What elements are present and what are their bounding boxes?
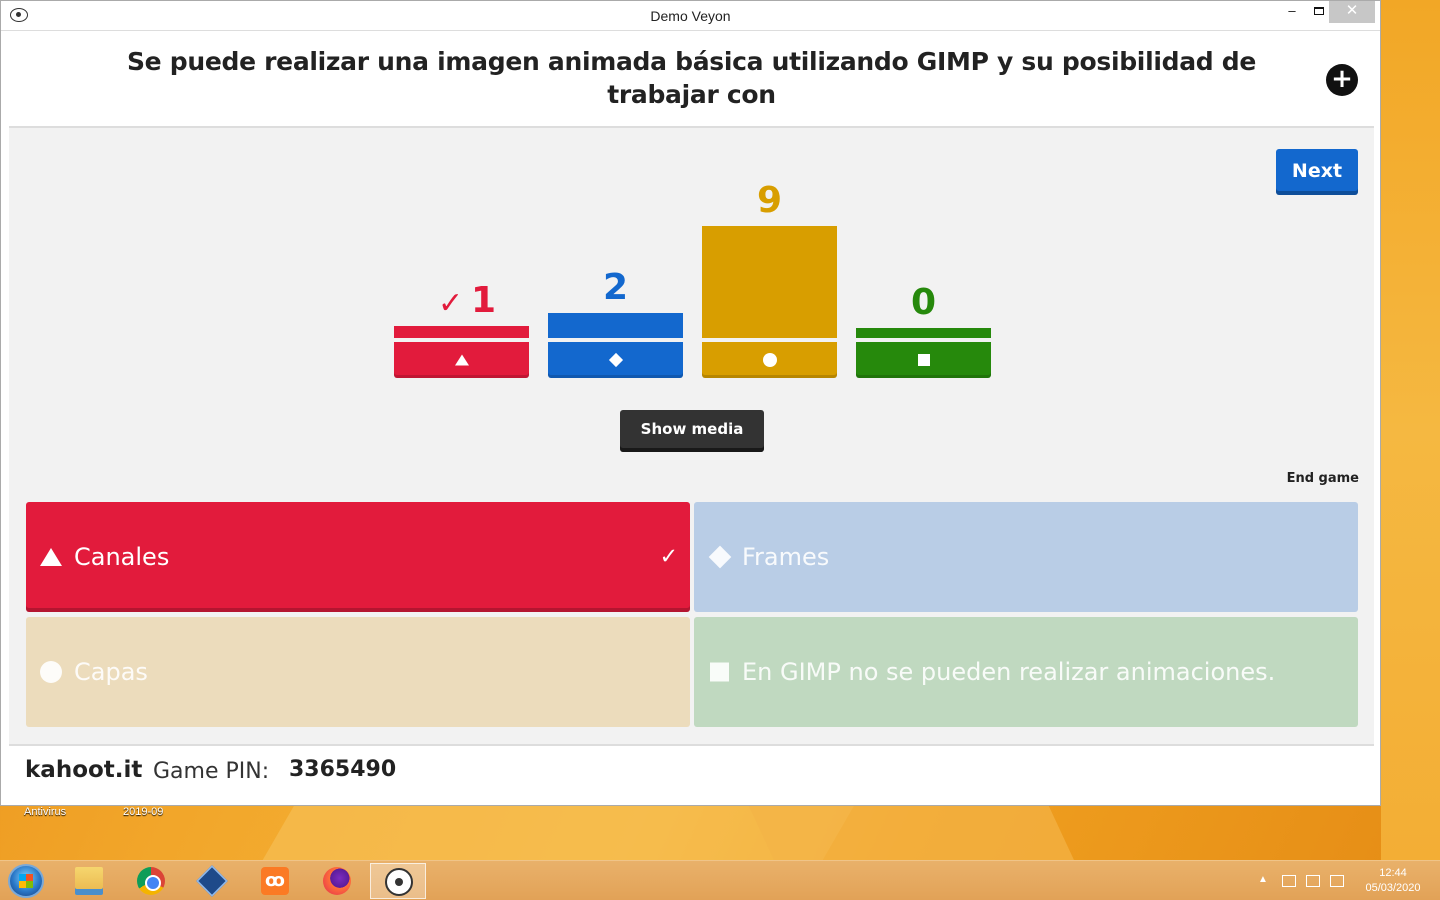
veyon-window: Demo Veyon ‒ ✕ Se puede realizar una ima… <box>0 0 1381 806</box>
square-icon <box>917 354 930 366</box>
maximize-icon <box>1314 7 1324 15</box>
footer: kahoot.it Game PIN: 3365490 <box>9 744 1374 801</box>
volume-icon[interactable] <box>1282 875 1296 887</box>
answer-label: Capas <box>74 658 148 686</box>
taskbar-app-chrome[interactable] <box>123 863 179 899</box>
chart-bar-base <box>856 342 991 378</box>
title-bar[interactable]: Demo Veyon ‒ ✕ <box>1 1 1380 31</box>
taskbar-app-xampp[interactable]: ꝏ <box>247 863 303 899</box>
window-title: Demo Veyon <box>650 8 731 24</box>
triangle-icon <box>454 354 469 366</box>
taskbar-app-veyon[interactable] <box>370 863 426 899</box>
diamond-icon <box>708 545 732 569</box>
chart-bar <box>702 226 837 338</box>
chart-bar-count: 0 <box>910 282 937 323</box>
desktop-wallpaper-shape <box>746 800 1074 860</box>
xampp-icon: ꝏ <box>261 867 289 895</box>
chart-bar-base <box>394 342 529 378</box>
clock-date: 05/03/2020 <box>1365 882 1421 894</box>
chart-bar-count: 2 <box>602 267 629 308</box>
game-pin-value: 3365490 <box>289 757 397 782</box>
answer-label: En GIMP no se pueden realizar animacione… <box>742 658 1276 686</box>
correct-check-icon: ✓ <box>659 544 678 570</box>
answer-option[interactable]: En GIMP no se pueden realizar animacione… <box>694 617 1358 727</box>
end-game-link[interactable]: End game <box>1279 471 1359 486</box>
chrome-icon <box>137 867 165 895</box>
plus-icon[interactable]: + <box>1326 64 1358 96</box>
next-button[interactable]: Next <box>1276 149 1358 195</box>
action-center-icon[interactable] <box>1330 875 1344 887</box>
diamond-icon <box>608 352 623 368</box>
close-button[interactable]: ✕ <box>1329 1 1375 23</box>
taskbar-app-virtualbox[interactable] <box>184 863 240 899</box>
taskbar: ꝏ ▲ 12:44 05/03/2020 <box>0 860 1440 900</box>
kahoot-brand: kahoot.it <box>25 757 143 783</box>
network-icon[interactable] <box>1306 875 1320 887</box>
desktop-icon-label-folder[interactable]: 2019-09 <box>123 806 163 818</box>
answer-option[interactable]: Capas <box>26 617 690 727</box>
triangle-icon <box>40 548 62 566</box>
virtualbox-icon <box>196 865 228 897</box>
chart-bar <box>856 328 991 338</box>
clock-time: 12:44 <box>1379 867 1407 879</box>
firefox-icon <box>323 867 351 895</box>
circle-icon <box>40 661 62 683</box>
kahoot-screen: Se puede realizar una imagen animada bás… <box>9 31 1374 801</box>
correct-check-icon: ✓ <box>438 286 464 321</box>
question-text: Se puede realizar una imagen animada bás… <box>126 47 1257 109</box>
chart-bar-count: 1 ✓ <box>438 280 497 321</box>
taskbar-app-explorer[interactable] <box>61 863 117 899</box>
square-icon <box>710 662 729 682</box>
desktop-background <box>1381 0 1440 860</box>
chart-bar <box>394 326 529 338</box>
chart-bar-base <box>702 342 837 378</box>
answer-label: Canales <box>74 543 170 571</box>
game-pin-label: Game PIN: <box>153 759 270 784</box>
answer-option[interactable]: Canales ✓ <box>26 502 690 612</box>
show-media-button[interactable]: Show media <box>620 410 764 452</box>
tray-overflow-icon[interactable]: ▲ <box>1258 874 1268 900</box>
question-header: Se puede realizar una imagen animada bás… <box>9 31 1374 128</box>
system-clock[interactable]: 12:44 05/03/2020 <box>1360 866 1426 896</box>
veyon-icon <box>385 868 413 896</box>
desktop-icon-label-antivirus[interactable]: Antivirus <box>24 806 66 818</box>
start-icon[interactable] <box>8 864 44 898</box>
chart-bar-base <box>548 342 683 378</box>
chart-bar-count: 9 <box>756 180 783 221</box>
taskbar-app-firefox[interactable] <box>309 863 365 899</box>
answer-label: Frames <box>742 543 830 571</box>
answer-option[interactable]: Frames <box>694 502 1358 612</box>
chart-bar <box>548 313 683 338</box>
minimize-button[interactable]: ‒ <box>1277 1 1307 23</box>
file-explorer-icon <box>75 867 103 895</box>
circle-icon <box>762 353 777 367</box>
